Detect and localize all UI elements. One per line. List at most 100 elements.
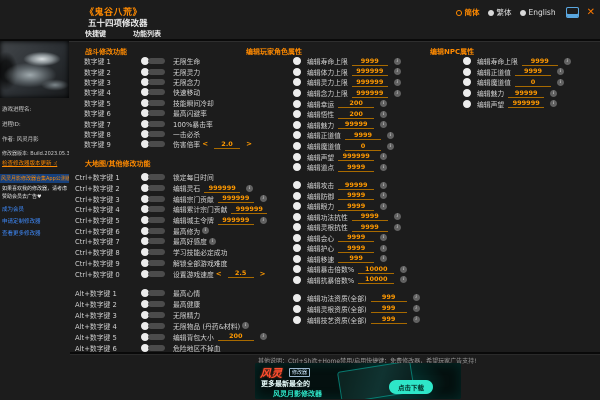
value-field[interactable]: 9999 <box>352 57 388 66</box>
value-field[interactable]: 0 <box>515 78 551 87</box>
toggle-radio[interactable] <box>293 89 301 97</box>
value-field[interactable]: 9999 <box>338 233 374 242</box>
toggle-radio[interactable] <box>463 89 471 97</box>
toggle-switch[interactable] <box>141 216 165 224</box>
toggle-radio[interactable] <box>293 110 301 118</box>
toggle-radio[interactable] <box>293 121 301 129</box>
value-field[interactable]: 999 <box>371 293 407 302</box>
value-field[interactable]: 9999 <box>522 57 558 66</box>
toggle-radio[interactable] <box>463 100 471 108</box>
toggle-switch[interactable] <box>141 227 165 235</box>
value-field[interactable]: 99999 <box>508 89 544 98</box>
toggle-switch[interactable] <box>141 248 165 256</box>
toggle-switch[interactable] <box>141 237 165 245</box>
language-option-english[interactable]: English <box>520 7 556 18</box>
value-field[interactable]: 9999 <box>338 202 374 211</box>
toggle-radio[interactable] <box>463 78 471 86</box>
value-field[interactable]: 999999 <box>218 216 254 225</box>
value-field[interactable]: 999 <box>371 304 407 313</box>
value-field[interactable]: 999 <box>338 254 374 263</box>
banner-download-button[interactable]: 点击下载 <box>389 380 433 394</box>
value-field[interactable]: 9999 <box>352 223 388 232</box>
value-field[interactable]: 10000 <box>358 265 394 274</box>
value-field[interactable]: 9999 <box>338 244 374 253</box>
value-field[interactable]: 9999 <box>338 191 374 200</box>
app-collection-link[interactable]: 风灵月影修改器合集App公测版 <box>0 174 69 183</box>
toggle-switch[interactable] <box>141 173 165 181</box>
toggle-switch[interactable] <box>141 109 165 117</box>
stepper-decrease[interactable]: < <box>202 140 208 148</box>
toggle-switch[interactable] <box>141 195 165 203</box>
toggle-radio[interactable] <box>293 234 301 242</box>
toggle-radio[interactable] <box>293 202 301 210</box>
toggle-radio[interactable] <box>293 276 301 284</box>
toggle-switch[interactable] <box>141 57 165 65</box>
stepper-increase[interactable]: > <box>260 270 266 278</box>
toggle-radio[interactable] <box>293 57 301 65</box>
toggle-switch[interactable] <box>141 130 165 138</box>
toggle-radio[interactable] <box>293 142 301 150</box>
language-option-繁体[interactable]: 繁体 <box>488 7 512 18</box>
toggle-switch[interactable] <box>141 333 165 341</box>
value-field[interactable]: 200 <box>338 110 374 119</box>
toggle-switch[interactable] <box>141 311 165 319</box>
toggle-switch[interactable] <box>141 140 165 148</box>
toggle-radio[interactable] <box>293 213 301 221</box>
minimize-button[interactable] <box>566 7 579 18</box>
toggle-radio[interactable] <box>293 192 301 200</box>
toggle-radio[interactable] <box>293 265 301 273</box>
toggle-radio[interactable] <box>293 153 301 161</box>
value-field[interactable]: 10000 <box>358 275 394 284</box>
value-field[interactable]: 999999 <box>352 67 388 76</box>
value-field[interactable]: 999999 <box>338 152 374 161</box>
toggle-switch[interactable] <box>141 300 165 308</box>
toggle-radio[interactable] <box>293 255 301 263</box>
toggle-switch[interactable] <box>141 184 165 192</box>
toggle-switch[interactable] <box>141 289 165 297</box>
toggle-radio[interactable] <box>463 57 471 65</box>
toggle-switch[interactable] <box>141 120 165 128</box>
toggle-radio[interactable] <box>293 244 301 252</box>
stepper-increase[interactable]: > <box>246 140 252 148</box>
toggle-switch[interactable] <box>141 78 165 86</box>
toggle-switch[interactable] <box>141 344 165 352</box>
value-field[interactable]: 9999 <box>345 131 381 140</box>
value-field[interactable]: 200 <box>338 99 374 108</box>
toggle-radio[interactable] <box>293 163 301 171</box>
membership-link[interactable]: 成为会员 <box>0 205 69 213</box>
value-field[interactable]: 999999 <box>352 78 388 87</box>
toggle-radio[interactable] <box>293 316 301 324</box>
toggle-radio[interactable] <box>293 131 301 139</box>
toggle-radio[interactable] <box>293 68 301 76</box>
check-update-link[interactable]: 检查修改器版本更新 :( <box>0 159 69 167</box>
value-field[interactable]: 9999 <box>338 163 374 172</box>
stepper-value[interactable]: 2.0 <box>214 140 240 149</box>
toggle-radio[interactable] <box>293 78 301 86</box>
value-field[interactable]: 999 <box>371 315 407 324</box>
value-field[interactable]: 200 <box>218 332 254 341</box>
toggle-switch[interactable] <box>141 68 165 76</box>
more-trainers-link[interactable]: 查看更多修改器 <box>0 229 69 237</box>
custom-trainer-link[interactable]: 申请定制修改器 <box>0 217 69 225</box>
toggle-radio[interactable] <box>293 223 301 231</box>
toggle-switch[interactable] <box>141 205 165 213</box>
toggle-radio[interactable] <box>293 305 301 313</box>
value-field[interactable]: 999999 <box>218 194 254 203</box>
value-field[interactable]: 999999 <box>231 205 267 214</box>
value-field[interactable]: 99999 <box>338 181 374 190</box>
value-field[interactable]: 999999 <box>352 89 388 98</box>
value-field[interactable]: 9999 <box>352 212 388 221</box>
value-field[interactable]: 999999 <box>204 184 240 193</box>
value-field[interactable]: 99999 <box>338 120 374 129</box>
close-button[interactable]: ✕ <box>587 8 595 18</box>
value-field[interactable]: 0 <box>345 142 381 151</box>
language-option-简体[interactable]: 简体 <box>456 7 480 18</box>
stepper-value[interactable]: 2.5 <box>228 269 254 278</box>
toggle-switch[interactable] <box>141 322 165 330</box>
toggle-radio[interactable] <box>463 68 471 76</box>
toggle-switch[interactable] <box>141 259 165 267</box>
toggle-switch[interactable] <box>141 88 165 96</box>
toggle-switch[interactable] <box>141 99 165 107</box>
value-field[interactable]: 999999 <box>508 99 544 108</box>
download-ad-banner[interactable]: 风灵 修改器 更多最新最全的 风灵月影修改器 点击下载 <box>255 363 461 399</box>
